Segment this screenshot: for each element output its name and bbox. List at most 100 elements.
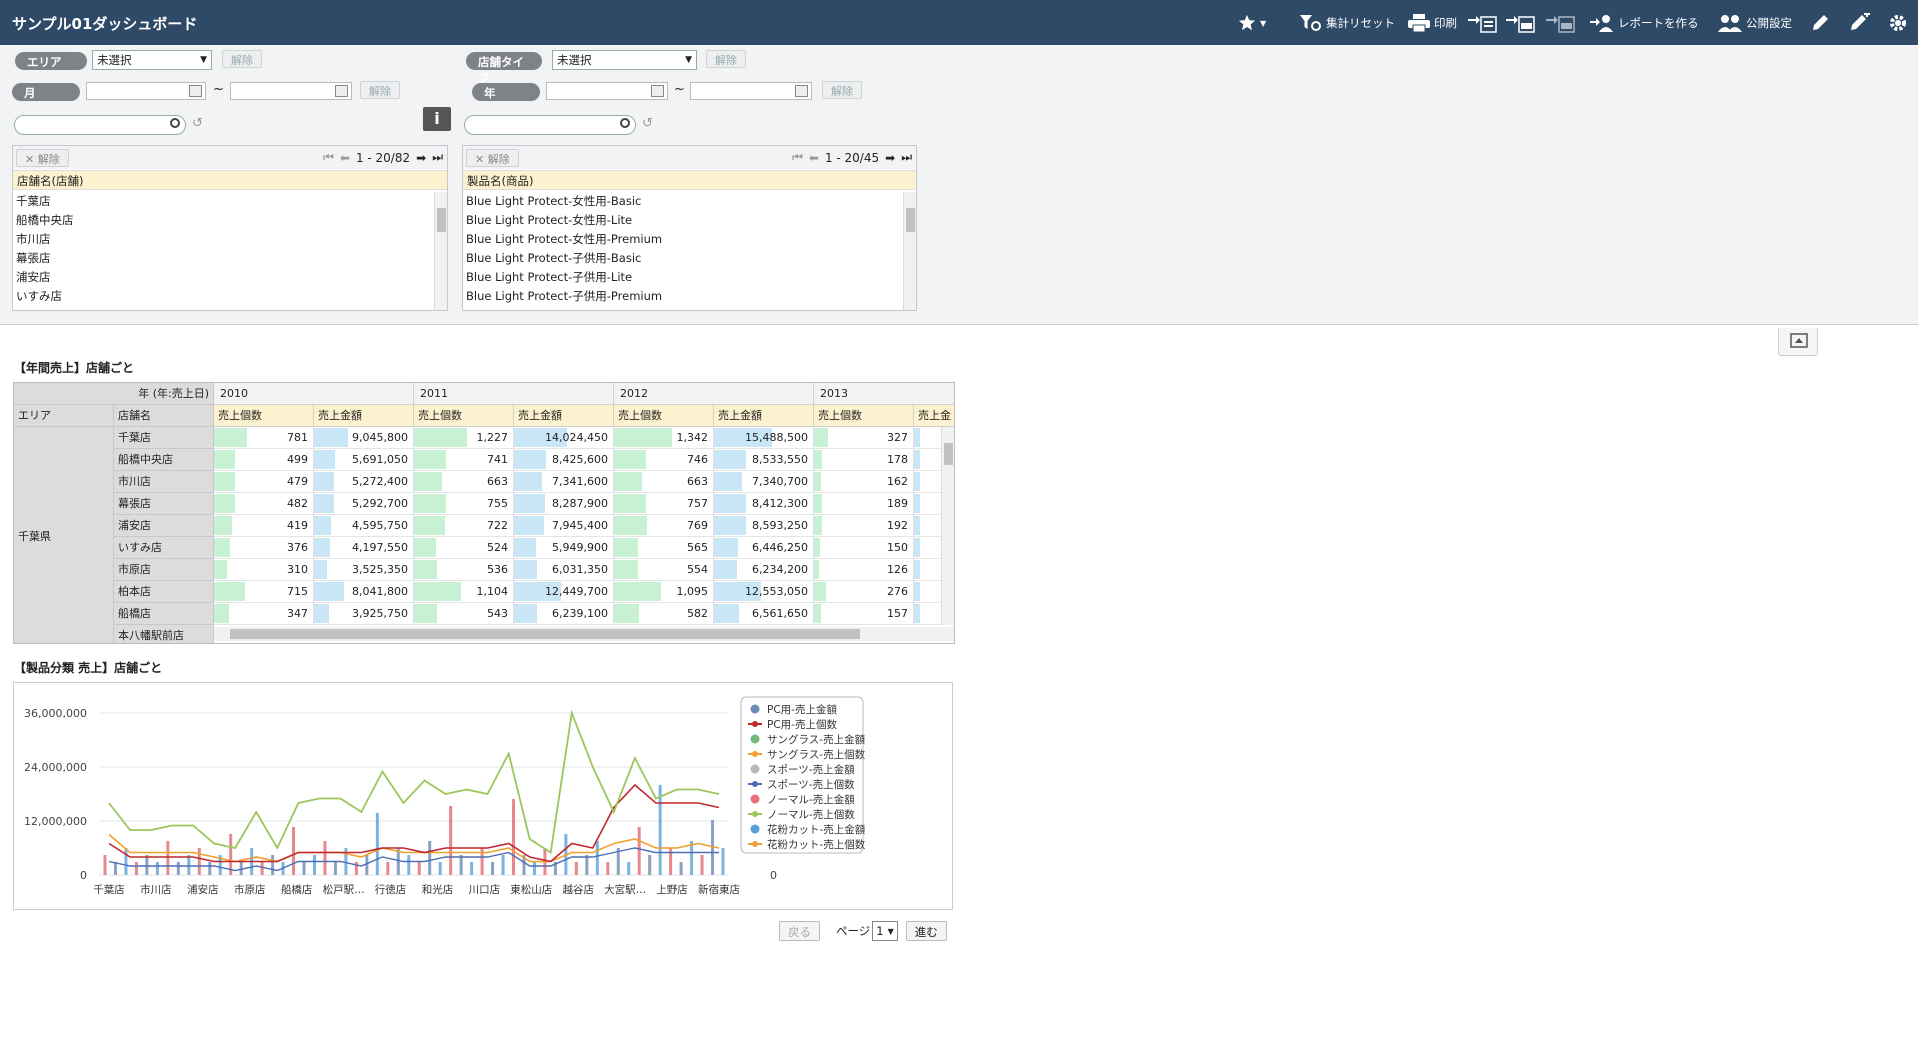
pivot-cell-qty[interactable]: 126 [814, 559, 914, 581]
pivot-cell-amount[interactable]: 4,595,750 [314, 515, 414, 537]
prev-page-button[interactable]: 戻る [779, 921, 820, 941]
list-item[interactable]: Blue Light Protect-女性用-Premium [463, 230, 902, 249]
calendar-icon[interactable] [335, 85, 348, 97]
product-list-scrollbar[interactable] [903, 192, 916, 310]
pivot-cell-qty[interactable]: 554 [614, 559, 714, 581]
print-button[interactable]: 印刷 [1408, 12, 1457, 34]
prev-page-icon[interactable]: ⬅ [809, 151, 819, 165]
scroll-thumb[interactable] [230, 629, 860, 639]
export-csv-button[interactable] [1468, 12, 1498, 34]
pivot-cell-amount[interactable]: 8,287,900 [514, 493, 614, 515]
list-item[interactable]: いすみ店 [13, 287, 433, 306]
export-pdf-button[interactable] [1546, 12, 1576, 34]
pivot-cell-qty[interactable]: 162 [814, 471, 914, 493]
pivot-cell-qty[interactable]: 722 [414, 515, 514, 537]
pivot-cell-qty[interactable]: 1,342 [614, 427, 714, 449]
pivot-cell-amount[interactable]: 7,340,700 [714, 471, 814, 493]
pivot-cell-qty[interactable]: 1,227 [414, 427, 514, 449]
pivot-cell-qty[interactable]: 524 [414, 537, 514, 559]
pivot-cell-qty[interactable]: 327 [814, 427, 914, 449]
pivot-cell-qty[interactable]: 1,095 [614, 581, 714, 603]
scroll-thumb[interactable] [906, 208, 915, 232]
export-xls-button[interactable] [1506, 12, 1536, 34]
publish-settings-button[interactable]: 公開設定 [1718, 12, 1792, 34]
search-icon[interactable] [620, 118, 630, 128]
pivot-cell-amount[interactable]: 6,234,200 [714, 559, 814, 581]
calendar-icon[interactable] [651, 85, 664, 97]
pivot-cell-qty[interactable]: 178 [814, 449, 914, 471]
next-page-button[interactable]: 進む [905, 921, 947, 941]
list-item[interactable]: Blue Light Protect-子供用-Premium [463, 287, 902, 306]
month-clear-button[interactable]: 解除 [360, 81, 400, 99]
list-item[interactable]: 市川店 [13, 230, 433, 249]
last-page-icon[interactable]: ⏭ [901, 150, 912, 165]
pivot-cell-qty[interactable]: 746 [614, 449, 714, 471]
pivot-cell-amount[interactable]: 8,425,600 [514, 449, 614, 471]
pivot-cell-amount[interactable]: 6,561,650 [714, 603, 814, 625]
pivot-cell-qty[interactable]: 755 [414, 493, 514, 515]
pivot-cell-amount[interactable]: 12,449,700 [514, 581, 614, 603]
pivot-cell-amount[interactable]: 3,525,350 [314, 559, 414, 581]
pivot-cell-qty[interactable]: 663 [414, 471, 514, 493]
list-item[interactable]: Blue Light Protect-女性用-Lite [463, 211, 902, 230]
first-page-icon[interactable]: ⏮ [323, 150, 334, 165]
store-type-clear-button[interactable]: 解除 [706, 50, 746, 68]
edit-new-button[interactable] [1848, 12, 1870, 34]
list-item[interactable]: Blue Light Protect-子供用-Basic [463, 249, 902, 268]
list-item[interactable]: 浦安店 [13, 268, 433, 287]
list-item[interactable]: 船橋中央店 [13, 211, 433, 230]
pivot-cell-amount[interactable]: 5,691,050 [314, 449, 414, 471]
pivot-cell-qty[interactable]: 757 [614, 493, 714, 515]
pivot-cell-qty[interactable]: 715 [214, 581, 314, 603]
pivot-cell-amount[interactable]: 6,239,100 [514, 603, 614, 625]
pivot-cell-qty[interactable]: 189 [814, 493, 914, 515]
pivot-cell-amount[interactable]: 14,024,450 [514, 427, 614, 449]
pivot-cell-qty[interactable]: 150 [814, 537, 914, 559]
prev-page-icon[interactable]: ⬅ [340, 151, 350, 165]
pivot-cell-amount[interactable]: 8,533,550 [714, 449, 814, 471]
undo-icon[interactable]: ↺ [642, 116, 653, 131]
pivot-cell-qty[interactable]: 419 [214, 515, 314, 537]
pivot-cell-amount[interactable]: 4,197,550 [314, 537, 414, 559]
area-clear-button[interactable]: 解除 [222, 50, 262, 68]
reset-aggregation-button[interactable]: 集計リセット [1300, 12, 1395, 34]
pivot-cell-qty[interactable]: 781 [214, 427, 314, 449]
scroll-thumb[interactable] [437, 208, 446, 232]
scroll-thumb[interactable] [944, 443, 953, 465]
area-select[interactable]: 未選択 ▼ [92, 50, 212, 70]
info-icon[interactable]: i [423, 107, 451, 131]
pivot-cell-amount[interactable]: 8,593,250 [714, 515, 814, 537]
favorite-button[interactable]: ▼ [1238, 12, 1266, 34]
list-item[interactable]: Blue Light Protect-女性用-Basic [463, 192, 902, 211]
pivot-cell-qty[interactable]: 276 [814, 581, 914, 603]
pivot-cell-amount[interactable]: 5,272,400 [314, 471, 414, 493]
pivot-cell-qty[interactable]: 663 [614, 471, 714, 493]
year-to-input[interactable] [690, 82, 812, 100]
year-from-input[interactable] [546, 82, 668, 100]
product-list-clear-button[interactable]: ✕ 解除 [466, 149, 519, 167]
edit-button[interactable] [1810, 12, 1830, 34]
pivot-cell-qty[interactable]: 310 [214, 559, 314, 581]
collapse-filter-button[interactable] [1778, 328, 1818, 356]
calendar-icon[interactable] [795, 85, 808, 97]
store-list-clear-button[interactable]: ✕ 解除 [16, 149, 69, 167]
pivot-vertical-scrollbar[interactable] [941, 427, 954, 625]
calendar-icon[interactable] [189, 85, 202, 97]
pivot-cell-qty[interactable]: 347 [214, 603, 314, 625]
store-type-select[interactable]: 未選択 ▼ [552, 50, 697, 70]
list-item[interactable]: Blue Light Protect-子供用-Lite [463, 268, 902, 287]
page-select[interactable]: 1 ▼ [872, 921, 898, 941]
pivot-cell-qty[interactable]: 157 [814, 603, 914, 625]
pivot-cell-qty[interactable]: 479 [214, 471, 314, 493]
last-page-icon[interactable]: ⏭ [432, 150, 443, 165]
product-search-input[interactable] [464, 115, 636, 135]
pivot-cell-qty[interactable]: 582 [614, 603, 714, 625]
pivot-cell-qty[interactable]: 499 [214, 449, 314, 471]
pivot-cell-qty[interactable]: 376 [214, 537, 314, 559]
pivot-cell-qty[interactable]: 192 [814, 515, 914, 537]
undo-icon[interactable]: ↺ [192, 116, 203, 131]
first-page-icon[interactable]: ⏮ [792, 150, 803, 165]
store-list-scrollbar[interactable] [434, 192, 447, 310]
pivot-cell-amount[interactable]: 6,031,350 [514, 559, 614, 581]
store-search-input[interactable] [14, 115, 186, 135]
